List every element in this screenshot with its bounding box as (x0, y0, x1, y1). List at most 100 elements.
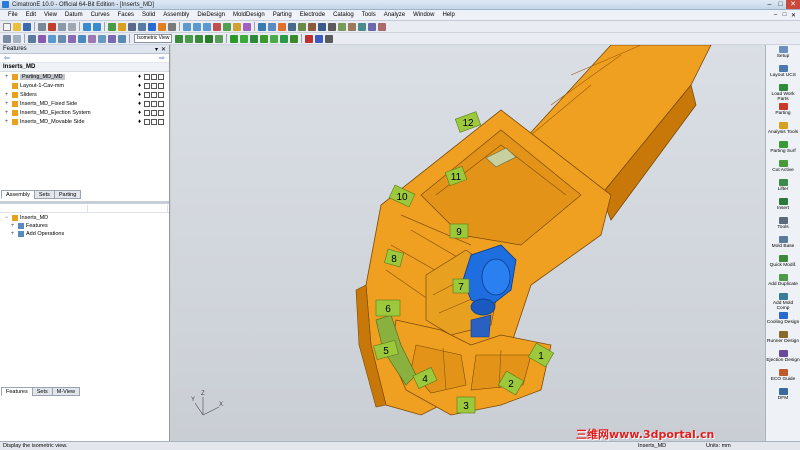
cut-icon[interactable] (48, 22, 56, 31)
activate-icon[interactable] (151, 73, 157, 80)
tool-add-duplicate[interactable]: Add Duplicate (766, 273, 800, 292)
menu-electrode[interactable]: Electrode (296, 12, 329, 18)
trim-icon[interactable] (98, 34, 106, 43)
layer-icon[interactable] (233, 22, 241, 31)
tool-analysis[interactable]: Analysis Tools (766, 121, 800, 140)
menu-help[interactable]: Help (438, 12, 458, 18)
minimize-button[interactable]: – (764, 0, 775, 9)
menu-catalog[interactable]: Catalog (329, 12, 358, 18)
save-icon[interactable] (23, 22, 31, 31)
maximize-button[interactable]: □ (775, 0, 786, 9)
tree-item-fixed-side[interactable]: + Inserts_MD_Fixed Side ♦ (0, 99, 169, 108)
section-icon[interactable] (268, 22, 276, 31)
line-icon[interactable] (58, 34, 66, 43)
doc-close-button[interactable]: ✕ (789, 12, 798, 19)
pin-icon[interactable]: ♦ (138, 83, 143, 89)
menu-file[interactable]: File (4, 12, 22, 18)
tree-item-sliders[interactable]: + Sliders ♦ (0, 90, 169, 99)
visibility-icon[interactable] (144, 118, 150, 125)
measure-icon[interactable] (258, 22, 266, 31)
expand-icon[interactable]: + (3, 92, 10, 98)
menu-view[interactable]: View (40, 12, 61, 18)
tag-6[interactable]: 6 (375, 299, 401, 317)
tool-add-mold-comp[interactable]: Add Mold Comp (766, 292, 800, 311)
expand-icon[interactable]: + (3, 101, 10, 107)
analysis-icon[interactable] (348, 22, 356, 31)
visibility-icon[interactable] (144, 100, 150, 107)
tree-root[interactable]: Inserts_MD (0, 63, 169, 72)
activate-icon[interactable] (151, 100, 157, 107)
visibility-icon[interactable] (144, 91, 150, 98)
activate-icon[interactable] (151, 118, 157, 125)
view-select-dropdown[interactable]: Isometric View (134, 34, 173, 43)
fit-view-icon[interactable] (148, 22, 156, 31)
datum-icon[interactable] (368, 22, 376, 31)
expand-icon[interactable]: + (3, 119, 10, 125)
shade-icon[interactable] (158, 22, 166, 31)
visibility-icon[interactable] (144, 73, 150, 80)
lower-tree-root[interactable]: − Inserts_MD (0, 214, 169, 222)
green-tool-icon[interactable] (270, 34, 279, 43)
spline-icon[interactable] (78, 34, 86, 43)
tag-7[interactable]: 7 (452, 278, 470, 294)
flag-icon[interactable] (315, 34, 324, 43)
tab-sets-lower[interactable]: Sets (31, 387, 53, 396)
activate-icon[interactable] (151, 91, 157, 98)
green-tool-icon[interactable] (290, 34, 299, 43)
pin-icon[interactable]: ♦ (138, 110, 143, 116)
activate-icon[interactable] (151, 82, 157, 89)
pin-icon[interactable]: ♦ (138, 74, 143, 80)
green-tool-icon[interactable] (260, 34, 269, 43)
tool-runner-design[interactable]: Runner Design (766, 330, 800, 349)
tab-sets[interactable]: Sets (33, 190, 55, 199)
snap-icon[interactable] (338, 22, 346, 31)
visibility-icon[interactable] (144, 109, 150, 116)
copy-icon[interactable] (58, 22, 66, 31)
wireframe-icon[interactable] (168, 22, 176, 31)
tab-m-view[interactable]: M-View (51, 387, 80, 396)
tool-load-work-parts[interactable]: Load Work Parts (766, 83, 800, 102)
view-front-icon[interactable] (193, 22, 201, 31)
menu-diedesign[interactable]: DieDesign (193, 12, 229, 18)
hide-icon[interactable] (213, 22, 221, 31)
tree-item-ejection-system[interactable]: + Inserts_MD_Ejection System ♦ (0, 108, 169, 117)
view-iso-icon[interactable] (175, 34, 184, 43)
view-prev-icon[interactable] (195, 34, 204, 43)
tool-dfm[interactable]: DFM (766, 387, 800, 406)
select-mode-icon[interactable] (3, 34, 11, 43)
pin-icon[interactable]: ▾ (155, 46, 158, 53)
fillet-icon[interactable] (118, 34, 126, 43)
stop-icon[interactable] (305, 34, 314, 43)
render-icon[interactable] (308, 22, 316, 31)
filter-icon[interactable] (288, 22, 296, 31)
arc-icon[interactable] (68, 34, 76, 43)
show-icon[interactable] (223, 22, 231, 31)
tool-quick-modif[interactable]: Quick Modif. (766, 254, 800, 273)
menu-edit[interactable]: Edit (22, 12, 40, 18)
view-restore-icon[interactable] (215, 34, 224, 43)
menu-faces[interactable]: Faces (114, 12, 138, 18)
print-icon[interactable] (38, 22, 46, 31)
tag-3[interactable]: 3 (456, 396, 476, 414)
tool-icon[interactable] (325, 34, 334, 43)
ucs-icon[interactable] (358, 22, 366, 31)
offset-icon[interactable] (88, 34, 96, 43)
pin-icon[interactable]: ♦ (138, 101, 143, 107)
lock-icon[interactable] (158, 91, 164, 98)
tool-mold-base[interactable]: Mold Base (766, 235, 800, 254)
green-tool-icon[interactable] (280, 34, 289, 43)
close-button[interactable]: ✕ (786, 0, 800, 9)
menu-curves[interactable]: Curves (87, 12, 114, 18)
select-icon[interactable] (298, 22, 306, 31)
tab-parting[interactable]: Parting (53, 190, 82, 199)
doc-restore-button[interactable]: □ (780, 12, 789, 19)
zoom-icon[interactable] (118, 22, 126, 31)
pick-icon[interactable] (28, 34, 36, 43)
tool-parting-surf[interactable]: Parting Surf (766, 140, 800, 159)
view-save-icon[interactable] (205, 34, 214, 43)
pin-icon[interactable]: ♦ (138, 92, 143, 98)
pan-icon[interactable] (128, 22, 136, 31)
pin-icon[interactable]: ♦ (138, 119, 143, 125)
lock-icon[interactable] (158, 109, 164, 116)
tab-features[interactable]: Features (1, 387, 33, 396)
